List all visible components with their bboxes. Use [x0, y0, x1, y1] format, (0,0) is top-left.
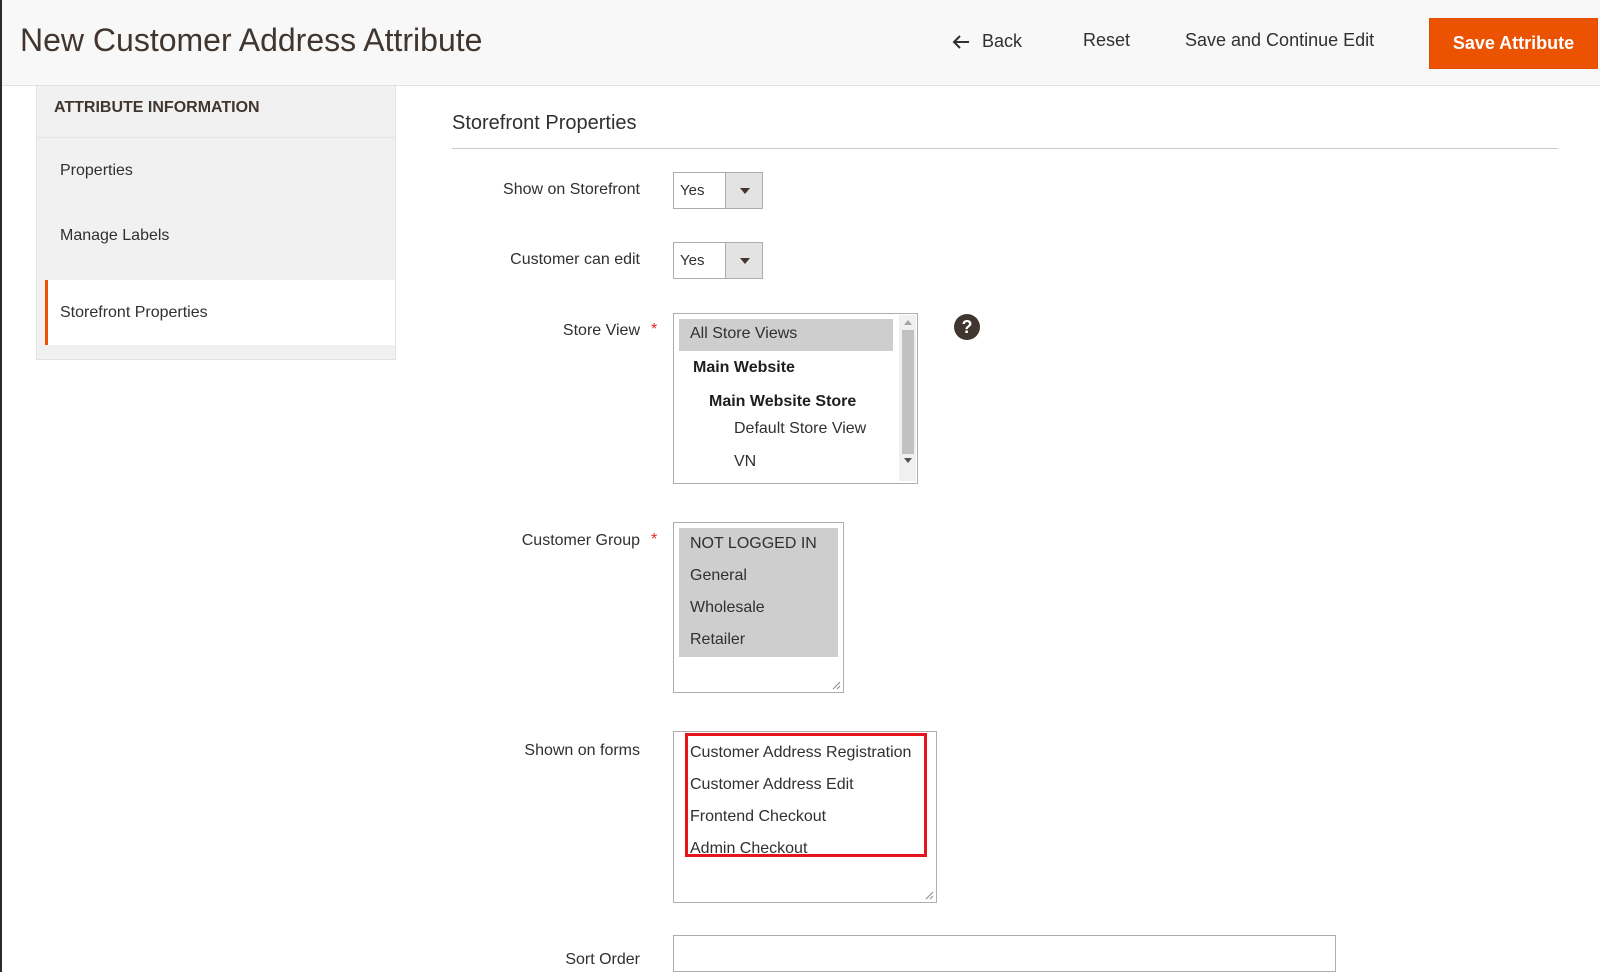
select-value: Yes	[680, 182, 705, 199]
select-value: Yes	[680, 252, 705, 269]
sidebar-item-manage-labels[interactable]: Manage Labels	[37, 203, 395, 268]
store-view-option[interactable]: VN	[734, 453, 756, 471]
customer-group-option[interactable]: Wholesale	[690, 599, 765, 617]
sidebar-heading: ATTRIBUTE INFORMATION	[37, 86, 395, 138]
section-divider	[452, 148, 1558, 149]
show-on-storefront-label: Show on Storefront	[503, 181, 640, 198]
sidebar-item-label: Storefront Properties	[60, 303, 208, 321]
chevron-down-icon	[725, 173, 762, 208]
attribute-tabs-sidebar: ATTRIBUTE INFORMATION Properties Manage …	[36, 86, 396, 360]
sort-order-label: Sort Order	[565, 951, 640, 968]
show-on-storefront-select[interactable]: Yes	[673, 172, 763, 209]
store-view-label: Store View	[562, 322, 640, 339]
section-title: Storefront Properties	[452, 112, 637, 134]
arrow-left-icon	[952, 34, 969, 49]
save-attribute-button[interactable]: Save Attribute	[1429, 18, 1598, 69]
reset-button[interactable]: Reset	[1083, 30, 1130, 51]
sidebar-item-label: Properties	[60, 161, 133, 179]
chevron-down-icon	[725, 243, 762, 278]
scrollbar[interactable]	[899, 315, 916, 481]
save-and-continue-button[interactable]: Save and Continue Edit	[1185, 30, 1374, 51]
required-marker: *	[651, 321, 658, 338]
store-view-option-group: Main Website	[693, 359, 795, 376]
shown-on-forms-label: Shown on forms	[524, 742, 640, 759]
required-marker: *	[651, 531, 658, 548]
scroll-down-icon[interactable]	[904, 458, 912, 463]
customer-group-option[interactable]: General	[690, 567, 747, 585]
annotation-highlight-box	[685, 733, 927, 857]
back-button[interactable]: Back	[952, 31, 1022, 52]
customer-group-option[interactable]: Retailer	[690, 631, 745, 649]
sidebar-item-properties[interactable]: Properties	[37, 138, 395, 203]
store-view-option[interactable]: Default Store View	[734, 420, 866, 438]
customer-group-label: Customer Group	[521, 532, 640, 549]
scroll-up-icon[interactable]	[904, 320, 912, 325]
customer-group-option[interactable]: NOT LOGGED IN	[690, 535, 817, 553]
scrollbar-thumb[interactable]	[902, 330, 914, 454]
store-view-multiselect[interactable]: All Store Views Main Website Main Websit…	[673, 313, 918, 484]
store-view-option[interactable]: All Store Views	[690, 325, 797, 343]
back-button-label: Back	[982, 31, 1023, 51]
customer-can-edit-select[interactable]: Yes	[673, 242, 763, 279]
customer-group-multiselect[interactable]: NOT LOGGED IN General Wholesale Retailer	[673, 522, 844, 693]
sort-order-input[interactable]	[673, 935, 1336, 972]
page-header: New Customer Address Attribute Back Rese…	[2, 0, 1600, 86]
window-left-edge	[0, 0, 2, 972]
sidebar-item-label: Manage Labels	[60, 226, 170, 244]
store-view-option-group: Main Website Store	[709, 393, 857, 410]
customer-can-edit-label: Customer can edit	[510, 251, 640, 268]
sidebar-item-storefront-properties[interactable]: Storefront Properties	[45, 280, 395, 345]
resize-handle-icon[interactable]	[925, 891, 934, 900]
resize-handle-icon[interactable]	[832, 681, 841, 690]
page-title: New Customer Address Attribute	[20, 22, 483, 58]
help-icon[interactable]: ?	[954, 314, 980, 340]
